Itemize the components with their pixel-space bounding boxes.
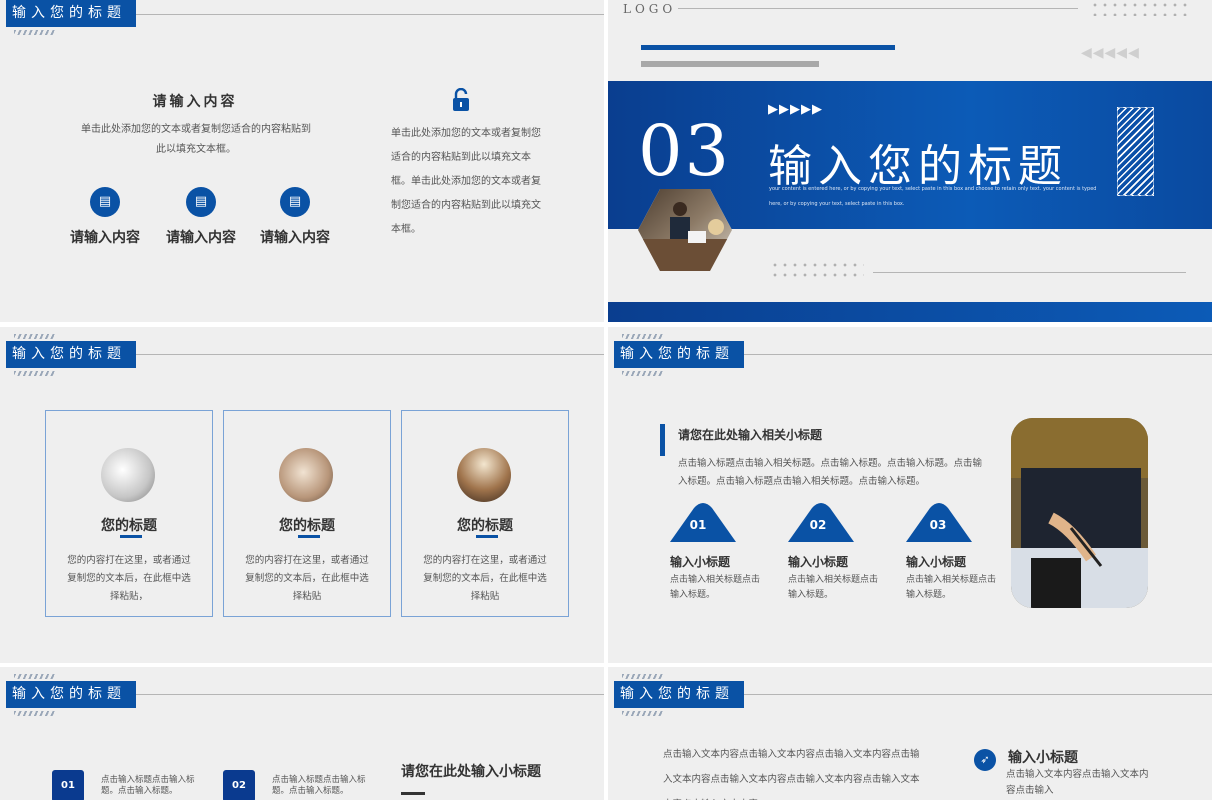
hatch-decoration <box>14 674 56 679</box>
header-rule <box>136 694 604 695</box>
slide-6[interactable]: 输入您的标题 点击输入文本内容点击输入文本内容点击输入文本内容点击输入文本内容点… <box>608 667 1212 800</box>
card-title: 您的标题 <box>279 518 335 534</box>
hatch-decoration <box>622 674 664 679</box>
handshake-photo <box>279 448 333 502</box>
triangle-decoration: ◀◀◀◀◀ <box>1081 45 1140 61</box>
subtitle-underline <box>401 792 425 795</box>
divider-rule <box>873 272 1186 273</box>
hatch-decoration <box>622 711 664 716</box>
header-rule <box>744 354 1212 355</box>
bottom-band <box>608 302 1212 322</box>
hatch-decoration <box>14 371 56 376</box>
hatch-decoration <box>14 711 56 716</box>
subtitle: 请您在此处输入相关小标题 <box>678 428 823 442</box>
item-text: 点击输入标题点击输入标题。点击输入标题。 <box>272 775 366 796</box>
content-title: 请输入内容 <box>152 94 238 110</box>
dot-grid-decoration <box>770 260 864 282</box>
item-number: 01 <box>689 518 707 532</box>
item-label: 请输入内容 <box>166 230 236 246</box>
content-body: 点击输入文本内容点击输入文本内容点击输入文本内容点击输入文本内容点击输入文本内容… <box>663 749 920 800</box>
hatch-decoration <box>14 30 56 35</box>
slide-header-title: 输入您的标题 <box>614 681 744 708</box>
slide-header-title: 输入您的标题 <box>6 0 136 27</box>
card-underline <box>476 535 498 538</box>
rocket-icon: ➶ <box>974 749 996 771</box>
header-rule <box>136 14 604 15</box>
card-title: 您的标题 <box>457 518 513 534</box>
header-rule <box>136 354 604 355</box>
card-underline <box>120 535 142 538</box>
handshake-photo <box>101 448 155 502</box>
logo-rule <box>678 8 1078 9</box>
subtitle: 请您在此处输入小标题 <box>401 764 541 780</box>
item-text: 点击输入标题点击输入标题。点击输入标题。 <box>101 775 195 796</box>
business-person-photo <box>1011 418 1148 608</box>
content-body: 单击此处添加您的文本或者复制您适合的内容粘贴到此以填充文本框。 <box>81 124 311 155</box>
item-text: 点击输入相关标题点击输入标题。 <box>788 575 879 600</box>
section-number: 03 <box>638 110 732 192</box>
item-number: 03 <box>929 518 947 532</box>
subtitle: 输入小标题 <box>1008 750 1078 766</box>
card-underline <box>298 535 320 538</box>
card-title: 您的标题 <box>101 518 157 534</box>
slide-header-title: 输入您的标题 <box>6 341 136 368</box>
subtitle-marker <box>660 424 665 456</box>
item-label: 输入小标题 <box>670 555 731 569</box>
slide-overview: 输入您的标题 请输入内容 单击此处添加您的文本或者复制您适合的内容粘贴到此以填充… <box>0 0 1212 800</box>
section-subtitle: your content is entered here, or by copy… <box>769 186 1097 207</box>
card-body: 您的内容打在这里，或者通过复制您的文本后，在此框中选择粘贴 <box>423 555 547 602</box>
unlock-icon <box>453 88 469 111</box>
item-label: 请输入内容 <box>260 230 330 246</box>
slide-1[interactable]: 输入您的标题 请输入内容 单击此处添加您的文本或者复制您适合的内容粘贴到此以填充… <box>0 0 604 322</box>
slide-4[interactable]: 输入您的标题 请您在此处输入相关小标题 点击输入标题点击输入相关标题。点击输入标… <box>608 327 1212 663</box>
header-rule <box>744 694 1212 695</box>
hatch-decoration <box>622 371 664 376</box>
dot-grid-decoration <box>1090 0 1190 16</box>
card-body: 您的内容打在这里，或者通过复制您的文本后，在此框中选择粘贴， <box>67 555 191 602</box>
slide-3[interactable]: 输入您的标题 您的标题 您的内容打在这里，或者通过复制您的文本后，在此框中选择粘… <box>0 327 604 663</box>
item-label: 请输入内容 <box>70 230 140 246</box>
item-label: 输入小标题 <box>906 555 967 569</box>
slide-2[interactable]: LOGO ◀◀◀◀◀ 03 ▶▶▶▶▶ 输入您的标题 your content … <box>608 0 1212 322</box>
content-card[interactable]: 您的标题 您的内容打在这里，或者通过复制您的文本后，在此框中选择粘贴， <box>45 410 213 617</box>
item-text: 点击输入相关标题点击输入标题。 <box>670 575 761 600</box>
item-text: 点击输入相关标题点击输入标题。 <box>906 575 997 600</box>
subtitle-text: 点击输入文本内容点击输入文本内容点击输入 <box>1006 769 1149 796</box>
content-paragraph: 单击此处添加您的文本或者复制您适合的内容粘贴到此以填充文本框。单击此处添加您的文… <box>391 128 541 235</box>
document-icon: ▤ <box>90 187 120 217</box>
hatch-decoration <box>14 334 56 339</box>
document-icon: ▤ <box>280 187 310 217</box>
slide-header-title: 输入您的标题 <box>614 341 744 368</box>
item-number: 02 <box>809 518 827 532</box>
slide-header-title: 输入您的标题 <box>6 681 136 708</box>
hatch-box-decoration <box>1117 107 1154 196</box>
grey-bar <box>641 61 819 67</box>
number-box: 01 <box>52 770 84 800</box>
office-desk-photo <box>457 448 511 502</box>
item-label: 输入小标题 <box>788 555 849 569</box>
content-card[interactable]: 您的标题 您的内容打在这里，或者通过复制您的文本后，在此框中选择粘贴 <box>223 410 391 617</box>
card-body: 您的内容打在这里，或者通过复制您的文本后，在此框中选择粘贴 <box>245 555 369 602</box>
content-card[interactable]: 您的标题 您的内容打在这里，或者通过复制您的文本后，在此框中选择粘贴 <box>401 410 569 617</box>
meeting-photo <box>638 189 732 271</box>
arrow-decoration: ▶▶▶▶▶ <box>768 102 823 117</box>
accent-bar <box>641 45 895 50</box>
number-box: 02 <box>223 770 255 800</box>
hatch-decoration <box>622 334 664 339</box>
subtitle-body: 点击输入标题点击输入相关标题。点击输入标题。点击输入标题。点击输入标题。点击输入… <box>678 458 983 487</box>
logo-text: LOGO <box>623 2 677 16</box>
document-icon: ▤ <box>186 187 216 217</box>
slide-5[interactable]: 输入您的标题 01 点击输入标题点击输入标题。点击输入标题。 02 点击输入标题… <box>0 667 604 800</box>
